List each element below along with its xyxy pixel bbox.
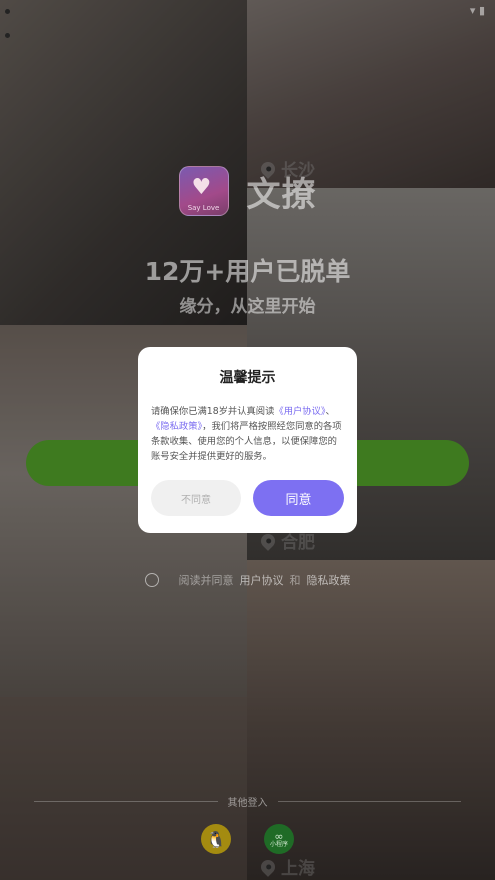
dialog-privacy-link[interactable]: 《隐私政策》 [151,421,202,432]
disagree-button[interactable]: 不同意 [151,480,241,516]
modal-overlay: 温馨提示 请确保你已满18岁并认真阅读《用户协议》、《隐私政策》，我们将严格按照… [0,0,495,880]
dialog-title: 温馨提示 [219,370,276,386]
agree-button[interactable]: 同意 [253,480,344,516]
dialog-body: 请确保你已满18岁并认真阅读《用户协议》、《隐私政策》，我们将严格按照经您同意的… [151,404,344,464]
dialog-separator: 、 [325,406,335,417]
dialog-user-agreement-link[interactable]: 《用户协议》 [274,406,325,417]
privacy-dialog: 温馨提示 请确保你已满18岁并认真阅读《用户协议》、《隐私政策》，我们将严格按照… [138,347,357,533]
dialog-text: 请确保你已满18岁并认真阅读 [151,406,275,417]
